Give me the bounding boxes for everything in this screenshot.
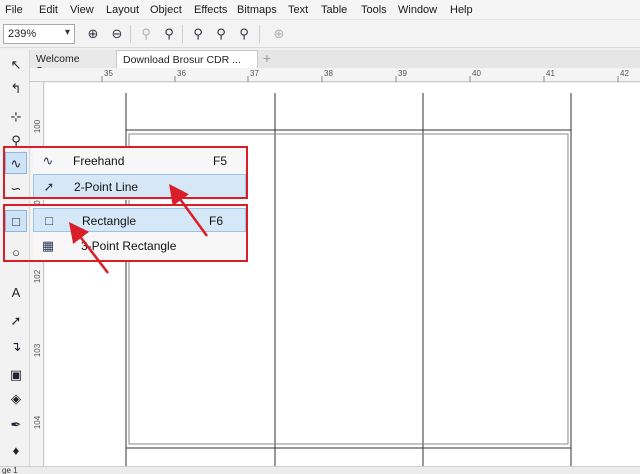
zoom-level-value: 239% (8, 28, 37, 40)
add-icon[interactable]: ⊕ (270, 25, 288, 43)
dimension-tool-icon[interactable]: ➚ (5, 310, 27, 332)
shape-tool-icon[interactable]: ↰ (5, 78, 27, 100)
tab-label: Download Brosur CDR ... (123, 54, 241, 66)
menu-text[interactable]: Text (288, 4, 308, 16)
ruler-label: 36 (177, 69, 186, 78)
add-tab-icon[interactable]: + (258, 50, 276, 68)
crop-tool-icon[interactable]: ⊹ (5, 106, 27, 128)
menu-object[interactable]: Object (150, 4, 182, 16)
toolbox: ↖ ↰ ⊹ ⚲ ∿ ∽ □ ○ A ➚ ↴ ▣ ◈ ✒ ♦ (0, 50, 30, 474)
menu-bitmaps[interactable]: Bitmaps (237, 4, 277, 16)
ruler-label: 104 (33, 415, 43, 430)
ruler-label: 103 (33, 343, 43, 358)
zoom-out-icon[interactable]: ⊖ (108, 25, 126, 43)
ruler-label: 100 (33, 119, 43, 134)
toolbar-separator (130, 25, 131, 43)
zoom-level-select[interactable]: 239% ▾ (3, 24, 75, 44)
zoom-toolbar: 239% ▾ ⊕ ⊖ ⚲ ⚲ ⚲ ⚲ ⚲ ⊕ (0, 20, 640, 48)
ruler-label: 38 (324, 69, 333, 78)
highlight-box (3, 146, 248, 199)
menu-layout[interactable]: Layout (106, 4, 139, 16)
zoom-height-icon[interactable]: ⚲ (235, 25, 253, 43)
toolbar-separator (259, 25, 260, 43)
menu-table[interactable]: Table (321, 4, 347, 16)
menu-edit[interactable]: Edit (39, 4, 58, 16)
zoom-all-icon[interactable]: ⚲ (160, 25, 178, 43)
connector-tool-icon[interactable]: ↴ (5, 336, 27, 358)
page-tab[interactable]: ge 1 (2, 466, 18, 474)
pick-tool-icon[interactable]: ↖ (5, 54, 27, 76)
ruler-label: 35 (104, 69, 113, 78)
ruler-label: 39 (398, 69, 407, 78)
zoom-selected-icon[interactable]: ⚲ (137, 25, 155, 43)
ruler-label: 42 (620, 69, 629, 78)
zoom-width-icon[interactable]: ⚲ (212, 25, 230, 43)
zoom-page-icon[interactable]: ⚲ (189, 25, 207, 43)
menu-help[interactable]: Help (450, 4, 473, 16)
page-navigator: ge 1 (0, 466, 640, 474)
ruler-label: 102 (33, 269, 43, 284)
chevron-down-icon: ▾ (64, 27, 70, 38)
menu-tools[interactable]: Tools (361, 4, 387, 16)
tab-download-brosur[interactable]: Download Brosur CDR ... (116, 50, 258, 68)
menu-file[interactable]: File (5, 4, 23, 16)
toolbar-separator (182, 25, 183, 43)
menu-view[interactable]: View (70, 4, 94, 16)
transparency-tool-icon[interactable]: ◈ (5, 388, 27, 410)
zoom-in-icon[interactable]: ⊕ (84, 25, 102, 43)
vertical-ruler: 100 101 102 103 104 (30, 82, 44, 474)
fill-tool-icon[interactable]: ♦ (5, 440, 27, 462)
menu-bar: File Edit View Layout Object Effects Bit… (0, 0, 640, 20)
brochure-page-outline (125, 93, 572, 466)
ruler-label: 37 (250, 69, 259, 78)
highlight-box (3, 204, 248, 262)
drawing-canvas[interactable] (45, 83, 640, 466)
menu-window[interactable]: Window (398, 4, 437, 16)
ruler-label: 40 (472, 69, 481, 78)
menu-effects[interactable]: Effects (194, 4, 227, 16)
tab-welcome-screen[interactable]: Welcome Screen (30, 50, 116, 77)
text-tool-icon[interactable]: A (5, 282, 27, 304)
drop-shadow-tool-icon[interactable]: ▣ (5, 364, 27, 386)
ruler-label: 41 (546, 69, 555, 78)
eyedropper-tool-icon[interactable]: ✒ (5, 414, 27, 436)
horizontal-ruler: 35 36 37 38 39 40 41 42 (30, 68, 640, 82)
document-tabs: Welcome Screen Download Brosur CDR ... + (30, 50, 640, 77)
